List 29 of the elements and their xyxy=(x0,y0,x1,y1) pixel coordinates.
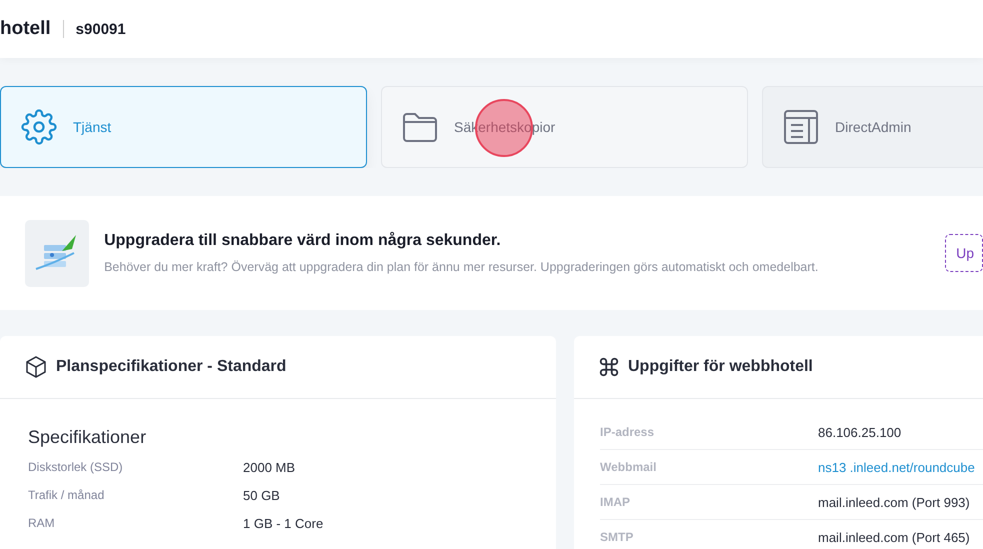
account-id: s90091 xyxy=(76,20,126,38)
cube-icon xyxy=(24,355,48,379)
detail-value: mail.inleed.com (Port 993) xyxy=(818,494,970,510)
spec-value: 2000 MB xyxy=(243,460,296,477)
detail-value: 86.106.25.100 xyxy=(818,424,902,440)
spec-label: Diskstorlek (SSD) xyxy=(28,460,124,476)
spec-label: Trafik / månad xyxy=(28,488,106,504)
site-title: hotell xyxy=(0,18,51,40)
detail-label: SMTP xyxy=(600,530,634,544)
command-key-icon xyxy=(598,356,620,378)
detail-label: Webbmail xyxy=(600,460,658,474)
spec-label: RAM xyxy=(28,516,56,532)
folder-icon xyxy=(402,111,438,143)
tab[interactable]: Tjänst xyxy=(0,86,367,168)
gear-icon xyxy=(21,109,57,145)
banner-title: Uppgradera till snabbare värd inom några sekunder. xyxy=(104,232,502,250)
document-panel-icon xyxy=(783,109,819,145)
card-title: Uppgifter för webbhotell xyxy=(628,358,813,376)
section-heading: Specifikationer xyxy=(28,427,148,448)
card-title: Planspecifikationer - Standard xyxy=(56,358,286,376)
spec-value: 1 GB - 1 Core xyxy=(243,516,324,533)
detail-label: IMAP xyxy=(600,495,631,509)
tab[interactable]: DirectAdmin xyxy=(762,86,983,168)
detail-value: mail.inleed.com (Port 465) xyxy=(818,530,970,544)
spec-value: 50 GB xyxy=(243,488,280,505)
banner-text: Behöver du mer kraft? Överväg att uppgradera din plan för ännu mer resurser. Uppgraderingen görs automatiskt och omedelbart. xyxy=(104,260,820,274)
upgrade-button[interactable]: Up xyxy=(945,234,983,272)
webmail-link[interactable]: ns13 .inleed.net/roundcube xyxy=(818,460,975,474)
detail-label: IP-adress xyxy=(600,425,656,439)
